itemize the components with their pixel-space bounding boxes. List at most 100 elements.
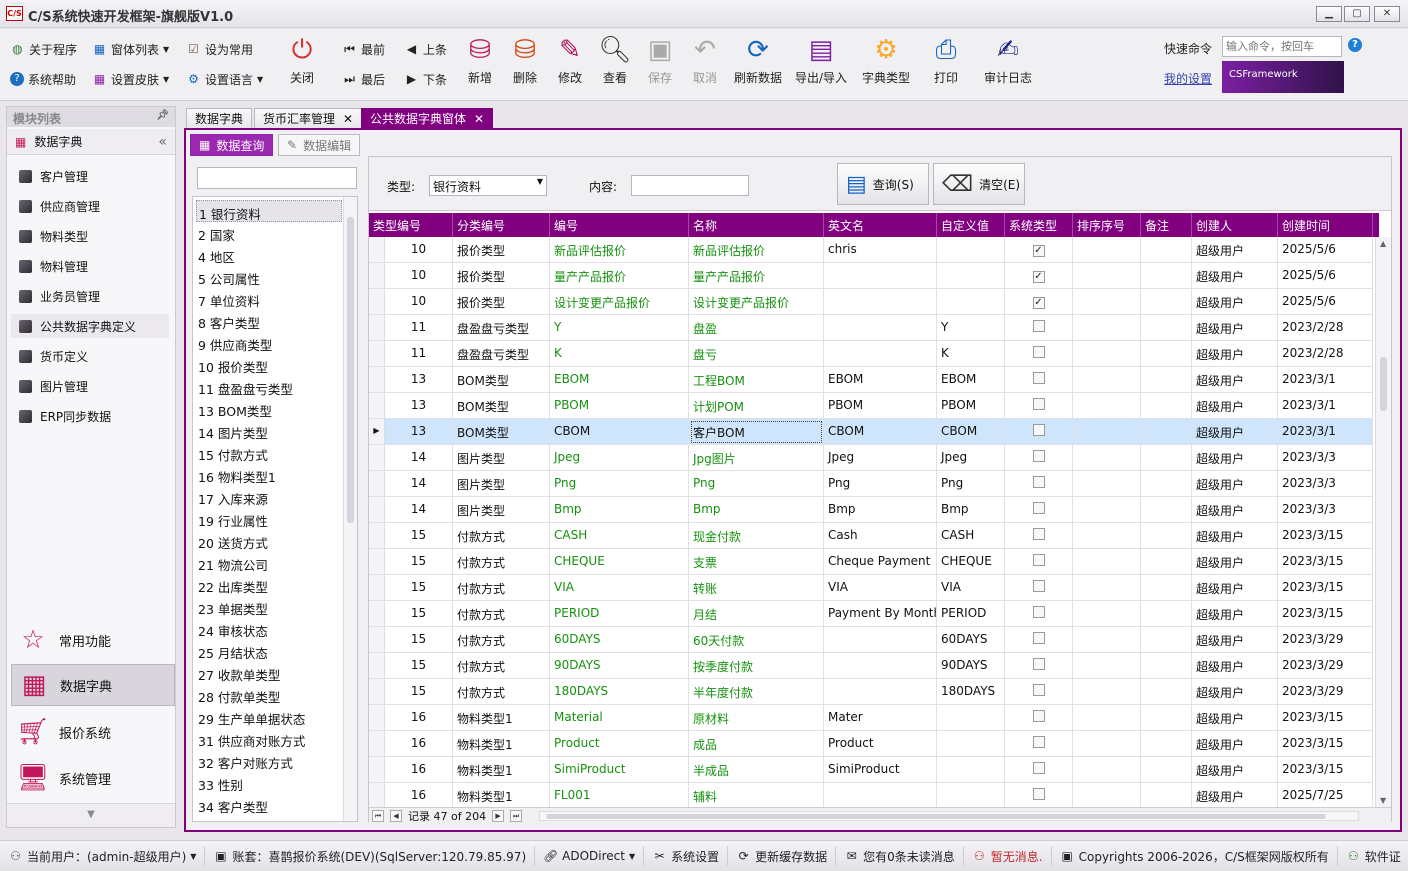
- table-cell[interactable]: [1073, 627, 1141, 653]
- table-cell[interactable]: 设计变更产品报价: [550, 289, 689, 315]
- table-row[interactable]: 15 付款方式 60DAYS 60天付款 60DAYS 超级用户 2023/3/29: [369, 627, 1373, 653]
- question-icon[interactable]: ?: [1348, 38, 1362, 52]
- system-type-checkbox[interactable]: [1032, 346, 1045, 358]
- type-list-item[interactable]: 24 审核状态: [196, 618, 342, 640]
- type-list-item[interactable]: 25 月结状态: [196, 640, 342, 662]
- system-type-checkbox[interactable]: [1032, 762, 1045, 774]
- table-cell[interactable]: SimiProduct: [824, 757, 937, 783]
- table-cell[interactable]: BOM类型: [453, 419, 550, 445]
- tab-currency-rate[interactable]: 货币汇率管理 ✕: [254, 108, 363, 128]
- table-cell[interactable]: 10: [385, 289, 453, 315]
- column-header[interactable]: 备注: [1141, 213, 1192, 237]
- type-list-item[interactable]: 34 客户类型: [196, 794, 342, 816]
- table-cell[interactable]: [1073, 367, 1141, 393]
- row-indicator[interactable]: [369, 367, 385, 392]
- nav-prev-icon[interactable]: ◀: [390, 809, 402, 822]
- table-cell[interactable]: 10: [385, 237, 453, 263]
- row-indicator[interactable]: [369, 445, 385, 470]
- table-cell[interactable]: 按季度付款: [689, 653, 824, 679]
- table-cell[interactable]: [824, 315, 937, 341]
- table-cell[interactable]: CHEQUE: [550, 549, 689, 575]
- table-cell[interactable]: 超级用户: [1192, 783, 1278, 807]
- table-cell[interactable]: [1141, 419, 1192, 445]
- table-cell[interactable]: [1005, 471, 1073, 497]
- table-cell[interactable]: [1005, 445, 1073, 471]
- refresh-button[interactable]: ⟳ 刷新数据: [730, 33, 786, 93]
- table-cell[interactable]: Y: [550, 315, 689, 341]
- table-cell[interactable]: 付款方式: [453, 549, 550, 575]
- table-cell[interactable]: [1073, 575, 1141, 601]
- table-cell[interactable]: Jpeg: [550, 445, 689, 471]
- table-cell[interactable]: 15: [385, 601, 453, 627]
- system-type-checkbox[interactable]: ✓: [1032, 271, 1045, 283]
- cancel-button[interactable]: ↶ 取消: [677, 33, 733, 93]
- table-cell[interactable]: 辅料: [689, 783, 824, 807]
- table-cell[interactable]: 超级用户: [1192, 653, 1278, 679]
- table-cell[interactable]: 90DAYS: [937, 653, 1005, 679]
- table-cell[interactable]: 13: [385, 367, 453, 393]
- table-cell[interactable]: 13: [385, 393, 453, 419]
- audit-log-button[interactable]: ✍ 审计日志: [980, 33, 1036, 93]
- table-row[interactable]: 15 付款方式 90DAYS 按季度付款 90DAYS 超级用户 2023/3/29: [369, 653, 1373, 679]
- table-cell[interactable]: K: [937, 341, 1005, 367]
- type-list-item[interactable]: 8 客户类型: [196, 310, 342, 332]
- set-language-button[interactable]: ⚙ 设置语言 ▼: [186, 69, 263, 89]
- table-row[interactable]: 16 物料类型1 SimiProduct 半成品 SimiProduct 超级用户 2023…: [369, 757, 1373, 783]
- type-list-item[interactable]: 19 行业属性: [196, 508, 342, 530]
- table-cell[interactable]: 2023/3/29: [1278, 653, 1373, 679]
- table-cell[interactable]: 报价类型: [453, 289, 550, 315]
- table-cell[interactable]: [1073, 705, 1141, 731]
- table-cell[interactable]: [824, 783, 937, 807]
- quick-command-input[interactable]: [1222, 36, 1342, 57]
- table-cell[interactable]: [1073, 523, 1141, 549]
- table-row[interactable]: 15 付款方式 180DAYS 半年度付款 180DAYS 超级用户 2023/3/29: [369, 679, 1373, 705]
- nav-item-erp-sync[interactable]: ERP同步数据: [19, 404, 111, 428]
- type-list-item[interactable]: 29 生产单单据状态: [196, 706, 342, 728]
- table-cell[interactable]: BOM类型: [453, 393, 550, 419]
- table-cell[interactable]: [1073, 679, 1141, 705]
- table-cell[interactable]: CASH: [550, 523, 689, 549]
- table-cell[interactable]: [824, 263, 937, 289]
- type-search-input[interactable]: [197, 167, 357, 189]
- table-cell[interactable]: 15: [385, 575, 453, 601]
- table-cell[interactable]: [1141, 653, 1192, 679]
- table-cell[interactable]: [1073, 393, 1141, 419]
- table-cell[interactable]: [1005, 783, 1073, 807]
- table-cell[interactable]: 超级用户: [1192, 627, 1278, 653]
- close-window-button[interactable]: ✕: [1374, 6, 1400, 22]
- table-cell[interactable]: 15: [385, 679, 453, 705]
- table-cell[interactable]: Png: [550, 471, 689, 497]
- table-cell[interactable]: EBOM: [824, 367, 937, 393]
- print-button[interactable]: ⎙ 打印: [918, 33, 974, 93]
- table-cell[interactable]: 超级用户: [1192, 445, 1278, 471]
- table-cell[interactable]: 60DAYS: [937, 627, 1005, 653]
- row-indicator[interactable]: [369, 601, 385, 626]
- table-cell[interactable]: 2025/5/6: [1278, 289, 1373, 315]
- table-cell[interactable]: 14: [385, 497, 453, 523]
- row-indicator[interactable]: [369, 315, 385, 340]
- table-cell[interactable]: [1141, 783, 1192, 807]
- content-input[interactable]: [631, 175, 749, 196]
- table-cell[interactable]: [1141, 289, 1192, 315]
- table-cell[interactable]: 设计变更产品报价: [689, 289, 824, 315]
- nav-item-images[interactable]: 图片管理: [19, 374, 88, 398]
- table-cell[interactable]: 盘盈盘亏类型: [453, 315, 550, 341]
- table-cell[interactable]: 超级用户: [1192, 731, 1278, 757]
- table-cell[interactable]: 16: [385, 757, 453, 783]
- system-type-checkbox[interactable]: [1032, 476, 1045, 488]
- column-header[interactable]: 系统类型: [1005, 213, 1073, 237]
- table-cell[interactable]: [1005, 757, 1073, 783]
- system-type-checkbox[interactable]: [1032, 528, 1045, 540]
- table-cell[interactable]: [824, 627, 937, 653]
- table-cell[interactable]: Png: [937, 471, 1005, 497]
- row-indicator[interactable]: [369, 731, 385, 756]
- table-cell[interactable]: 付款方式: [453, 627, 550, 653]
- column-header[interactable]: 创建时间: [1278, 213, 1373, 237]
- system-type-checkbox[interactable]: [1032, 632, 1045, 644]
- table-cell[interactable]: PERIOD: [937, 601, 1005, 627]
- table-cell[interactable]: 图片类型: [453, 445, 550, 471]
- nav-item-salesmen[interactable]: 业务员管理: [19, 284, 100, 308]
- table-cell[interactable]: 超级用户: [1192, 757, 1278, 783]
- about-button[interactable]: ◍ 关于程序: [10, 39, 77, 59]
- table-cell[interactable]: 盘盈盘亏类型: [453, 341, 550, 367]
